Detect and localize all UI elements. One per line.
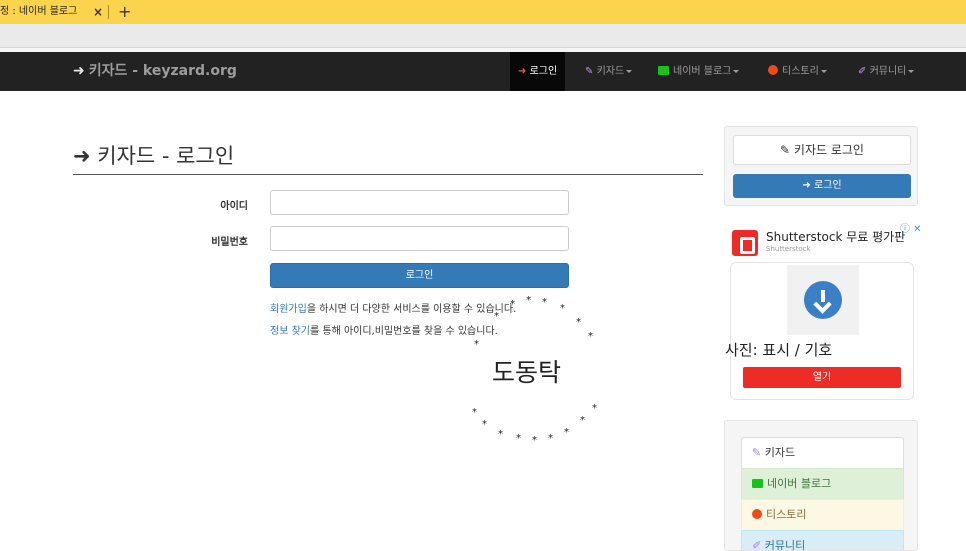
- magic-wand-icon: ✎: [780, 143, 791, 157]
- tistory-icon: [752, 509, 762, 519]
- svg-text:*: *: [526, 295, 531, 306]
- svg-text:*: *: [516, 433, 521, 444]
- new-tab-button[interactable]: +: [118, 0, 131, 23]
- svg-text:*: *: [542, 297, 547, 308]
- nav-naver-blog-label: 네이버 블로그: [673, 66, 732, 77]
- sidebar-nav-panel: ✎ 키자드 네이버 블로그 티스토리 ✐ 커뮤니티: [724, 420, 918, 551]
- ad-unit[interactable]: Shutterstock 무료 평가판 Shutterstock ⓘ ✕ 사진:…: [725, 220, 922, 402]
- shutterstock-logo: [732, 230, 758, 256]
- svg-text:*: *: [576, 317, 581, 328]
- ad-image: [787, 265, 859, 335]
- sidebar-item-community[interactable]: ✐ 커뮤니티: [741, 530, 904, 551]
- login-button[interactable]: 로그인: [270, 263, 569, 288]
- brand-text: 키자드 - keyzard.org: [88, 63, 237, 79]
- sign-in-icon: ➜: [73, 144, 91, 168]
- password-label: 비밀번호: [211, 237, 248, 248]
- title-divider: [73, 174, 703, 175]
- sidebar-item-naver-blog[interactable]: 네이버 블로그: [741, 468, 904, 500]
- nav-keyzard-dropdown[interactable]: ✎ 키자드: [577, 52, 640, 91]
- svg-text:*: *: [494, 311, 499, 322]
- nav-keyzard-label: 키자드: [596, 66, 625, 77]
- svg-text:*: *: [482, 419, 487, 430]
- sidebar-menu: ✎ 키자드 네이버 블로그 티스토리 ✐ 커뮤니티: [741, 437, 904, 551]
- sidebar-item-tistory[interactable]: 티스토리: [741, 499, 904, 531]
- page-title: ➜ 키자드 - 로그인: [73, 140, 234, 170]
- id-input[interactable]: [270, 190, 569, 215]
- browser-tab[interactable]: 정 : 네이버 블로그: [0, 0, 104, 24]
- nav-tistory-label: 티스토리: [782, 66, 819, 77]
- browser-tab-title: 정 : 네이버 블로그: [0, 6, 78, 17]
- find-account-link[interactable]: 정보 찾기: [270, 326, 310, 337]
- tistory-icon: [768, 65, 778, 75]
- nav-community-dropdown[interactable]: ✐ 커뮤니티: [850, 52, 922, 91]
- sign-in-icon: ➜: [802, 180, 811, 191]
- community-icon: ✐: [858, 66, 867, 77]
- caret-down-icon: [626, 69, 633, 73]
- sidebar-login-title-text: 키자드 로그인: [793, 143, 864, 157]
- magic-wand-icon: ✎: [585, 66, 594, 77]
- id-label: 아이디: [220, 201, 248, 212]
- ad-card: 사진: 표시 / 기호 열기: [725, 262, 914, 400]
- signup-link[interactable]: 회원가입: [270, 304, 307, 315]
- svg-text:*: *: [580, 415, 585, 426]
- svg-text:*: *: [474, 339, 479, 350]
- sidebar-item-keyzard[interactable]: ✎ 키자드: [741, 437, 904, 469]
- ad-open-button[interactable]: 열기: [743, 367, 901, 388]
- brand-link[interactable]: ➜ 키자드 - keyzard.org: [73, 52, 237, 91]
- sign-in-icon: ➜: [73, 63, 85, 79]
- svg-text:*: *: [472, 407, 477, 418]
- caret-down-icon: [820, 69, 827, 73]
- nav-naver-blog-dropdown[interactable]: 네이버 블로그: [650, 52, 747, 91]
- nav-login-label: 로그인: [529, 66, 558, 77]
- download-icon: [804, 281, 842, 319]
- nav-community-label: 커뮤니티: [869, 66, 907, 77]
- browser-tab-bar: 정 : 네이버 블로그 × +: [0, 0, 966, 24]
- naver-blog-icon: [658, 66, 669, 75]
- sidebar-item-label: 키자드: [764, 446, 796, 459]
- nav-login[interactable]: ➜ 로그인: [510, 52, 566, 91]
- sidebar-item-label: 티스토리: [766, 508, 807, 521]
- ad-caption: 사진: 표시 / 기호: [725, 341, 833, 359]
- magic-wand-icon: ✎: [752, 446, 762, 459]
- community-icon: ✐: [752, 539, 762, 551]
- caret-down-icon: [733, 69, 740, 73]
- browser-toolbar: [0, 24, 966, 48]
- sidebar-item-label: 커뮤니티: [764, 539, 806, 551]
- svg-text:*: *: [564, 427, 569, 438]
- password-input[interactable]: [270, 226, 569, 251]
- svg-text:*: *: [532, 435, 537, 446]
- sidebar-item-label: 네이버 블로그: [767, 477, 832, 490]
- nav-tistory-dropdown[interactable]: 티스토리: [760, 52, 835, 91]
- captcha-text: 도동탁: [492, 358, 562, 387]
- sidebar-login-title: ✎ 키자드 로그인: [733, 135, 911, 165]
- svg-text:*: *: [592, 403, 597, 414]
- svg-text:*: *: [588, 331, 593, 342]
- svg-text:*: *: [560, 303, 565, 314]
- ad-title: Shutterstock 무료 평가판: [766, 230, 906, 244]
- site-navbar: ➜ 키자드 - keyzard.org ➜ 로그인 ✎ 키자드 네이버 블로그 티…: [0, 52, 966, 91]
- naver-blog-icon: [752, 479, 763, 488]
- svg-text:*: *: [498, 429, 503, 440]
- sidebar-login-widget: ✎ 키자드 로그인 ➜ 로그인: [724, 126, 918, 206]
- page-title-text: 키자드 - 로그인: [97, 144, 235, 168]
- close-tab-icon[interactable]: ×: [93, 0, 103, 24]
- caret-down-icon: [908, 69, 915, 73]
- sidebar-login-button-label: 로그인: [813, 180, 842, 191]
- sidebar-login-button[interactable]: ➜ 로그인: [733, 174, 911, 198]
- ad-advertiser: Shutterstock: [766, 245, 811, 253]
- tab-divider: [108, 5, 109, 19]
- svg-text:*: *: [548, 433, 553, 444]
- sign-in-icon: ➜: [518, 66, 527, 77]
- ad-choices-close-icon[interactable]: ⓘ ✕: [900, 220, 922, 235]
- svg-text:*: *: [510, 299, 515, 310]
